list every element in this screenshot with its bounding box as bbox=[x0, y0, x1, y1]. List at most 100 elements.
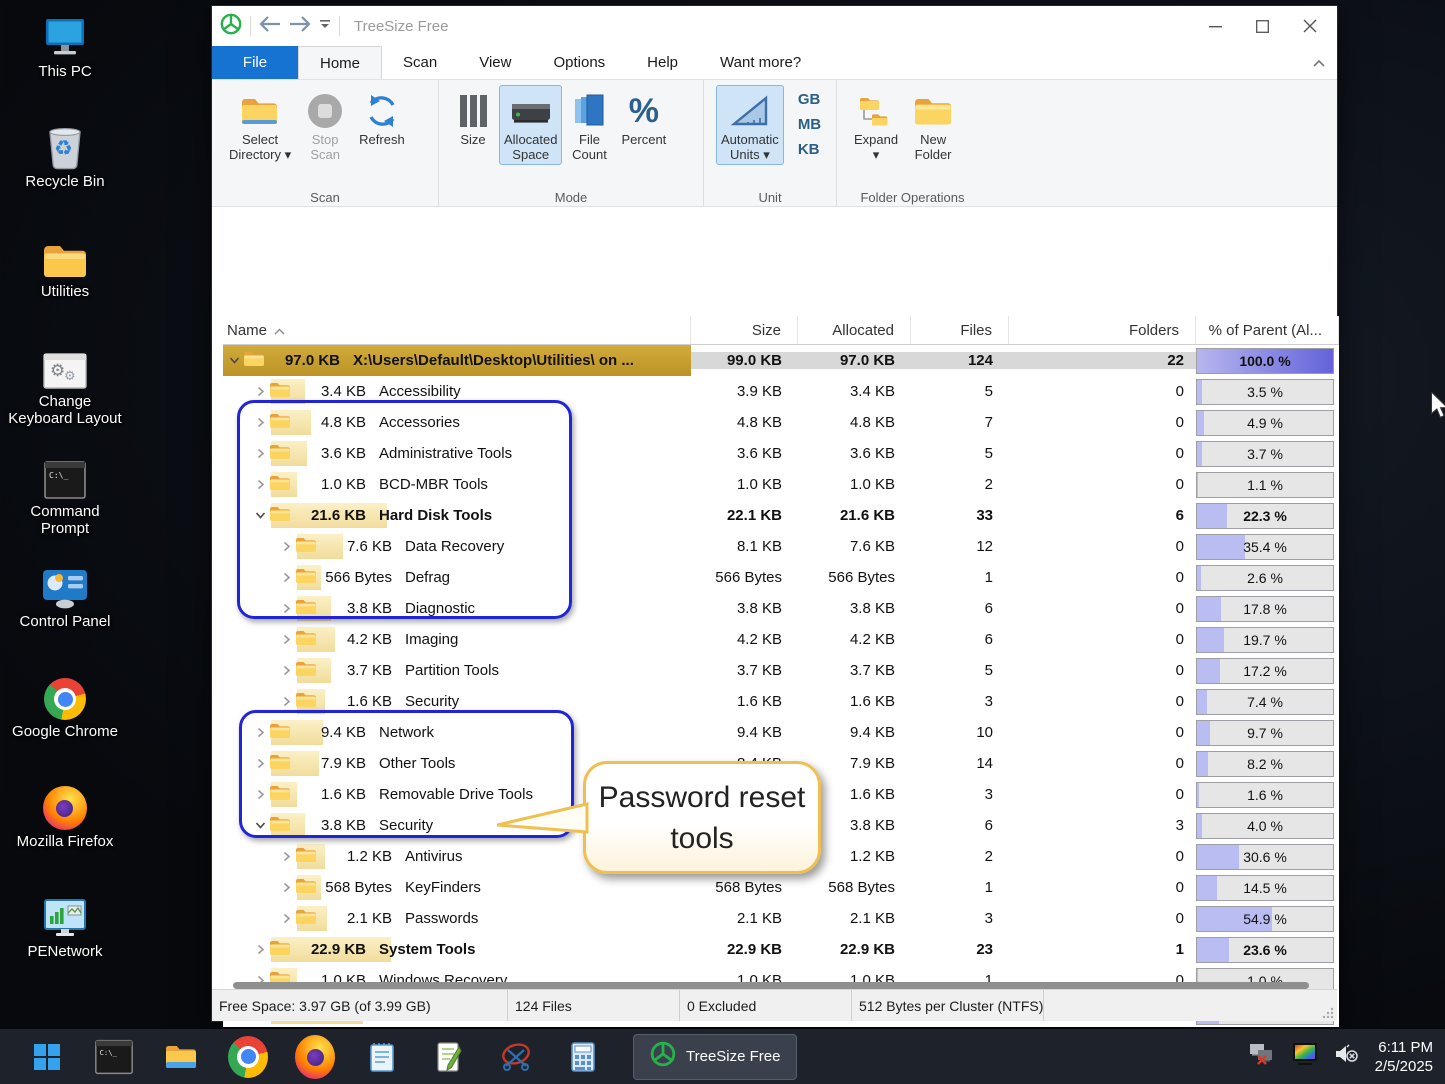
ribbon-button-new[interactable]: New Folder bbox=[907, 85, 959, 165]
chevron-right-icon[interactable] bbox=[251, 386, 269, 397]
taskbar-calc-icon[interactable] bbox=[563, 1037, 603, 1077]
chevron-right-icon[interactable] bbox=[277, 634, 295, 645]
tree-row-keyfinders[interactable]: 568 BytesKeyFinders568 Bytes568 Bytes101… bbox=[223, 872, 1339, 903]
chevron-right-icon[interactable] bbox=[251, 727, 269, 738]
tree-row-partition-tools[interactable]: 3.7 KBPartition Tools3.7 KB3.7 KB5017.2 … bbox=[223, 655, 1339, 686]
desktop-icon-this-pc[interactable]: This PC bbox=[8, 10, 122, 80]
tree-row-x-users-default-desktop-utilities-on-[interactable]: 97.0 KBX:\Users\Default\Desktop\Utilitie… bbox=[223, 345, 1339, 376]
tab-file[interactable]: File bbox=[212, 46, 298, 79]
chevron-right-icon[interactable] bbox=[251, 479, 269, 490]
forward-button[interactable] bbox=[289, 16, 311, 37]
tab-view[interactable]: View bbox=[458, 46, 532, 79]
ribbon-button-size[interactable]: Size bbox=[451, 85, 495, 150]
chevron-right-icon[interactable] bbox=[277, 603, 295, 614]
network-disconnected-icon[interactable] bbox=[1248, 1042, 1276, 1071]
taskbar-snip-icon[interactable] bbox=[496, 1037, 536, 1077]
tree-row-defrag[interactable]: 566 BytesDefrag566 Bytes566 Bytes102.6 % bbox=[223, 562, 1339, 593]
ribbon-button-percent[interactable]: %Percent bbox=[616, 85, 671, 150]
desktop-icon-command-prompt[interactable]: C:\_Command Prompt bbox=[8, 450, 122, 537]
desktop-icon-recycle-bin[interactable]: ♻Recycle Bin bbox=[8, 120, 122, 190]
tree-row-diagnostic[interactable]: 3.8 KBDiagnostic3.8 KB3.8 KB6017.8 % bbox=[223, 593, 1339, 624]
tab-home[interactable]: Home bbox=[298, 46, 382, 79]
chevron-down-icon[interactable] bbox=[225, 355, 243, 366]
unit-button-mb[interactable]: MB bbox=[792, 114, 827, 135]
tab-options[interactable]: Options bbox=[532, 46, 626, 79]
close-button[interactable] bbox=[1303, 19, 1317, 33]
taskbar-cmd-icon[interactable]: C:\_ bbox=[94, 1037, 134, 1077]
ribbon-button-automatic[interactable]: Automatic Units ▾ bbox=[716, 85, 784, 165]
column-header--of-parent-al-[interactable]: % of Parent (Al... bbox=[1196, 316, 1339, 344]
tree-row-imaging[interactable]: 4.2 KBImaging4.2 KB4.2 KB6019.7 % bbox=[223, 624, 1339, 655]
resize-grip-icon[interactable] bbox=[1322, 1006, 1335, 1019]
tree-row-passwords[interactable]: 2.1 KBPasswords2.1 KB2.1 KB3054.9 % bbox=[223, 903, 1339, 934]
name-cell: 1.6 KBSecurity bbox=[223, 686, 691, 717]
taskbar-chrome-icon[interactable] bbox=[228, 1037, 268, 1077]
chevron-right-icon[interactable] bbox=[277, 572, 295, 583]
column-header-folders[interactable]: Folders bbox=[1009, 316, 1196, 344]
desktop-icon-penetwork[interactable]: PENetwork bbox=[8, 890, 122, 960]
tree-row-accessibility[interactable]: 3.4 KBAccessibility3.9 KB3.4 KB503.5 % bbox=[223, 376, 1339, 407]
tree-row-data-recovery[interactable]: 7.6 KBData Recovery8.1 KB7.6 KB12035.4 % bbox=[223, 531, 1339, 562]
chevron-right-icon[interactable] bbox=[277, 882, 295, 893]
taskbar-explorer-icon[interactable] bbox=[161, 1037, 201, 1077]
chevron-right-icon[interactable] bbox=[251, 448, 269, 459]
collapse-ribbon-icon[interactable] bbox=[1313, 54, 1325, 72]
ribbon-button-refresh[interactable]: Refresh bbox=[354, 85, 410, 150]
ribbon-button-file[interactable]: File Count bbox=[566, 85, 612, 165]
volume-muted-icon[interactable] bbox=[1334, 1043, 1360, 1070]
ribbon-button-select[interactable]: Select Directory ▾ bbox=[224, 85, 296, 165]
tab-want-more-[interactable]: Want more? bbox=[699, 46, 822, 79]
maximize-button[interactable] bbox=[1256, 20, 1269, 33]
chevron-down-icon[interactable] bbox=[251, 510, 269, 521]
ribbon-button-label: Allocated Space bbox=[504, 132, 557, 162]
chevron-right-icon[interactable] bbox=[277, 665, 295, 676]
chevron-right-icon[interactable] bbox=[277, 696, 295, 707]
customize-toolbar-dropdown-icon[interactable] bbox=[319, 17, 331, 35]
desktop-icon-change-keyboard-layout[interactable]: ⚙⚙Change Keyboard Layout bbox=[8, 340, 122, 427]
allocated-cell: 566 Bytes bbox=[798, 569, 911, 586]
tree-row-administrative-tools[interactable]: 3.6 KBAdministrative Tools3.6 KB3.6 KB50… bbox=[223, 438, 1339, 469]
unit-button-gb[interactable]: GB bbox=[792, 89, 827, 110]
tree-row-hard-disk-tools[interactable]: 21.6 KBHard Disk Tools22.1 KB21.6 KB3362… bbox=[223, 500, 1339, 531]
chevron-right-icon[interactable] bbox=[277, 851, 295, 862]
ribbon-button-stop[interactable]: Stop Scan bbox=[300, 85, 350, 165]
column-header-files[interactable]: Files bbox=[911, 316, 1009, 344]
tab-scan[interactable]: Scan bbox=[382, 46, 458, 79]
taskbar-app-treesize[interactable]: TreeSize Free bbox=[633, 1034, 797, 1080]
folder-icon bbox=[269, 753, 291, 774]
column-header-allocated[interactable]: Allocated bbox=[798, 316, 911, 344]
minimize-button[interactable] bbox=[1209, 20, 1222, 33]
taskbar-notepadpp-icon[interactable] bbox=[429, 1037, 469, 1077]
desktop-icon-mozilla-firefox[interactable]: Mozilla Firefox bbox=[8, 780, 122, 850]
back-button[interactable] bbox=[259, 16, 281, 37]
tree-row-bcd-mbr-tools[interactable]: 1.0 KBBCD-MBR Tools1.0 KB1.0 KB201.1 % bbox=[223, 469, 1339, 500]
chevron-right-icon[interactable] bbox=[277, 913, 295, 924]
ribbon-button-allocated[interactable]: Allocated Space bbox=[499, 85, 562, 165]
ribbon-button-expand[interactable]: Expand ▾ bbox=[849, 85, 903, 165]
chevron-right-icon[interactable] bbox=[251, 944, 269, 955]
chevron-down-icon[interactable] bbox=[251, 820, 269, 831]
tree-row-network[interactable]: 9.4 KBNetwork9.4 KB9.4 KB1009.7 % bbox=[223, 717, 1339, 748]
taskbar-start-icon[interactable] bbox=[27, 1037, 67, 1077]
tab-help[interactable]: Help bbox=[626, 46, 699, 79]
unit-button-kb[interactable]: KB bbox=[792, 139, 827, 160]
folders-cell: 22 bbox=[1009, 352, 1196, 369]
chevron-right-icon[interactable] bbox=[277, 541, 295, 552]
chevron-right-icon[interactable] bbox=[251, 417, 269, 428]
percent-of-parent-cell: 1.1 % bbox=[1196, 472, 1339, 498]
tree-row-system-tools[interactable]: 22.9 KBSystem Tools22.9 KB22.9 KB23123.6… bbox=[223, 934, 1339, 965]
taskbar-firefox-icon[interactable] bbox=[295, 1037, 335, 1077]
taskbar-notepad-icon[interactable] bbox=[362, 1037, 402, 1077]
desktop-icon-google-chrome[interactable]: Google Chrome bbox=[8, 670, 122, 740]
chevron-right-icon[interactable] bbox=[251, 758, 269, 769]
scrollbar-thumb[interactable] bbox=[233, 982, 1309, 989]
display-color-icon[interactable] bbox=[1291, 1042, 1319, 1071]
tree-row-accessories[interactable]: 4.8 KBAccessories4.8 KB4.8 KB704.9 % bbox=[223, 407, 1339, 438]
desktop-icon-utilities[interactable]: Utilities bbox=[8, 230, 122, 300]
desktop-icon-control-panel[interactable]: Control Panel bbox=[8, 560, 122, 630]
chevron-right-icon[interactable] bbox=[251, 789, 269, 800]
taskbar-clock[interactable]: 6:11 PM 2/5/2025 bbox=[1375, 1038, 1433, 1076]
column-header-size[interactable]: Size bbox=[691, 316, 798, 344]
column-header-name[interactable]: Name bbox=[223, 316, 691, 344]
tree-row-security[interactable]: 1.6 KBSecurity1.6 KB1.6 KB307.4 % bbox=[223, 686, 1339, 717]
